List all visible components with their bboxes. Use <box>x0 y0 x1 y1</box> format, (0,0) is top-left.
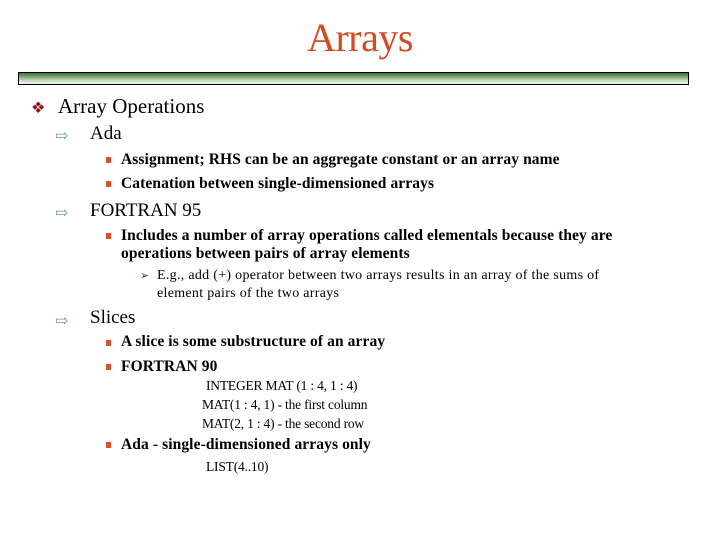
square-bullet-icon <box>106 181 111 187</box>
fortran95-item-line1: Includes a number of array operations ca… <box>121 227 613 244</box>
subheading-slices: Slices <box>90 307 136 328</box>
fortran95-example-line2: element pairs of the two arrays <box>157 286 340 301</box>
slices-item-fortran90: FORTRAN 90 <box>121 358 218 375</box>
heading-array-operations: Array Operations <box>58 94 205 118</box>
square-bullet-icon <box>106 364 111 370</box>
arrowhead-bullet-icon: ➢ <box>140 270 150 282</box>
fortran90-code-line3: MAT(2, 1 : 4) - the second row <box>202 416 364 431</box>
subheading-fortran-95: FORTRAN 95 <box>90 200 202 221</box>
ada-item-catenation: Catenation between single-dimensioned ar… <box>121 175 435 192</box>
fortran90-code-line1: INTEGER MAT (1 : 4, 1 : 4) <box>206 378 358 393</box>
outline-arrow-bullet-icon: ⇨ <box>55 128 69 145</box>
outline-arrow-bullet-icon: ⇨ <box>55 313 69 330</box>
ada-item-assignment: Assignment; RHS can be an aggregate cons… <box>121 151 560 168</box>
square-bullet-icon <box>106 340 111 346</box>
ada-slice-code: LIST(4..10) <box>206 459 269 474</box>
fortran90-code-line2: MAT(1 : 4, 1) - the first column <box>202 397 368 412</box>
square-bullet-icon <box>106 157 111 163</box>
square-bullet-icon <box>106 442 111 448</box>
fortran95-item-line2: operations between pairs of array elemen… <box>121 245 410 262</box>
outline-arrow-bullet-icon: ⇨ <box>55 205 69 222</box>
subheading-ada: Ada <box>90 123 122 144</box>
slices-item-ada: Ada - single-dimensioned arrays only <box>121 436 371 453</box>
slices-item-definition: A slice is some substructure of an array <box>121 333 386 350</box>
title-divider-bar <box>18 72 689 85</box>
diamond-cluster-bullet-icon: ❖ <box>31 100 46 117</box>
fortran95-example-line1: E.g., add (+) operator between two array… <box>157 268 600 283</box>
slide-title: Arrays <box>307 15 413 60</box>
square-bullet-icon <box>106 233 111 239</box>
